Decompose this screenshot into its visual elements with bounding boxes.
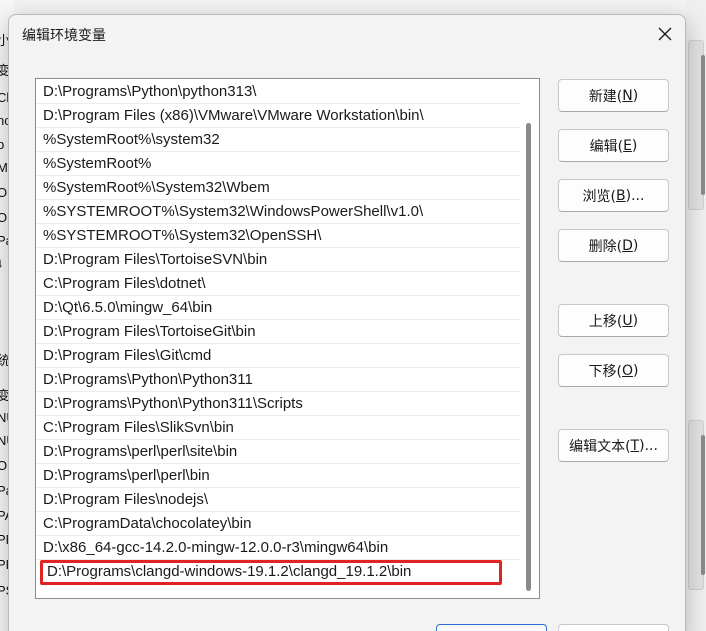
new-button-label: 新建( [588, 88, 623, 105]
path-list[interactable]: D:\Programs\Python\python313\ D:\Program … [35, 78, 540, 599]
edit-environment-variable-dialog: 编辑环境变量 D:\Programs\Python\python313\ D:\P… [8, 14, 686, 631]
delete-button-label-end: ) [632, 237, 639, 254]
background-scrollbar [701, 435, 705, 575]
edit-button-label: 编辑( [589, 138, 624, 155]
path-list-item[interactable]: %SystemRoot%\system32 [36, 128, 520, 152]
close-button[interactable] [645, 19, 685, 49]
path-list-item[interactable]: D:\Programs\Python\python313\ [36, 80, 520, 104]
edit-button-label-end: ) [631, 137, 638, 154]
path-list-item[interactable]: D:\Programs\perl\perl\bin [36, 464, 520, 488]
edit-text-button-label-end: )... [639, 437, 658, 454]
move-up-button[interactable]: 上移(U) [558, 304, 669, 337]
close-icon [658, 27, 672, 41]
new-button[interactable]: 新建(N) [558, 79, 669, 112]
background-text: b [0, 137, 5, 152]
path-list-item[interactable]: D:\Program Files\TortoiseGit\bin [36, 320, 520, 344]
browse-button-label: 浏览( [582, 188, 617, 205]
list-scrollbar[interactable] [526, 123, 531, 591]
move-down-button[interactable]: 下移(O) [558, 354, 669, 387]
new-button-accesskey: N [622, 87, 633, 104]
move-down-button-label: 下移( [588, 363, 622, 380]
delete-button-accesskey: D [622, 237, 633, 254]
path-list-item[interactable]: C:\Program Files\SlikSvn\bin [36, 416, 520, 440]
path-list-item[interactable]: D:\Programs\Python\Python311\Scripts [36, 392, 520, 416]
path-list-item[interactable]: D:\Program Files\Git\cmd [36, 344, 520, 368]
edit-text-button[interactable]: 编辑文本(T)... [558, 429, 669, 462]
edit-button-accesskey: E [623, 137, 632, 154]
move-down-button-label-end: ) [633, 362, 639, 379]
path-list-item[interactable]: %SystemRoot%\System32\Wbem [36, 176, 520, 200]
path-list-item[interactable]: D:\Programs\Python\Python311 [36, 368, 520, 392]
path-list-item[interactable]: D:\Program Files\TortoiseSVN\bin [36, 248, 520, 272]
edit-text-button-label: 编辑文本( [569, 438, 631, 455]
background-window-right-edge [686, 0, 706, 631]
move-up-button-label-end: ) [632, 312, 639, 329]
path-list-item[interactable]: D:\Programs\clangd-windows-19.1.2\clangd… [40, 560, 502, 585]
move-down-button-accesskey: O [621, 362, 634, 379]
edit-text-button-accesskey: T [630, 437, 640, 454]
cancel-button[interactable] [558, 624, 669, 631]
background-scrollbar [701, 55, 705, 195]
path-list-item[interactable]: %SYSTEMROOT%\System32\OpenSSH\ [36, 224, 520, 248]
path-list-item[interactable]: D:\Qt\6.5.0\mingw_64\bin [36, 296, 520, 320]
path-list-item[interactable]: D:\x86_64-gcc-14.2.0-mingw-12.0.0-r3\min… [36, 536, 520, 560]
path-list-item[interactable]: %SystemRoot% [36, 152, 520, 176]
path-list-item[interactable]: C:\ProgramData\chocolatey\bin [36, 512, 520, 536]
edit-button[interactable]: 编辑(E) [558, 129, 669, 162]
move-up-button-accesskey: U [622, 312, 633, 329]
path-list-item[interactable]: D:\Program Files (x86)\VMware\VMware Wor… [36, 104, 520, 128]
path-list-item[interactable]: C:\Program Files\dotnet\ [36, 272, 520, 296]
path-list-item[interactable]: D:\Programs\perl\perl\site\bin [36, 440, 520, 464]
ok-button[interactable] [436, 624, 547, 631]
browse-button[interactable]: 浏览(B)... [558, 179, 669, 212]
delete-button[interactable]: 删除(D) [558, 229, 669, 262]
new-button-label-end: ) [632, 87, 639, 104]
path-list-item[interactable]: %SYSTEMROOT%\System32\WindowsPowerShell\… [36, 200, 520, 224]
move-up-button-label: 上移( [588, 313, 623, 330]
browse-button-label-end: )... [625, 187, 645, 204]
dialog-title: 编辑环境变量 [22, 28, 106, 44]
browse-button-accesskey: B [616, 187, 626, 204]
background-text: ↓ [0, 255, 4, 270]
delete-button-label: 删除( [588, 238, 623, 255]
path-list-item[interactable]: D:\Program Files\nodejs\ [36, 488, 520, 512]
